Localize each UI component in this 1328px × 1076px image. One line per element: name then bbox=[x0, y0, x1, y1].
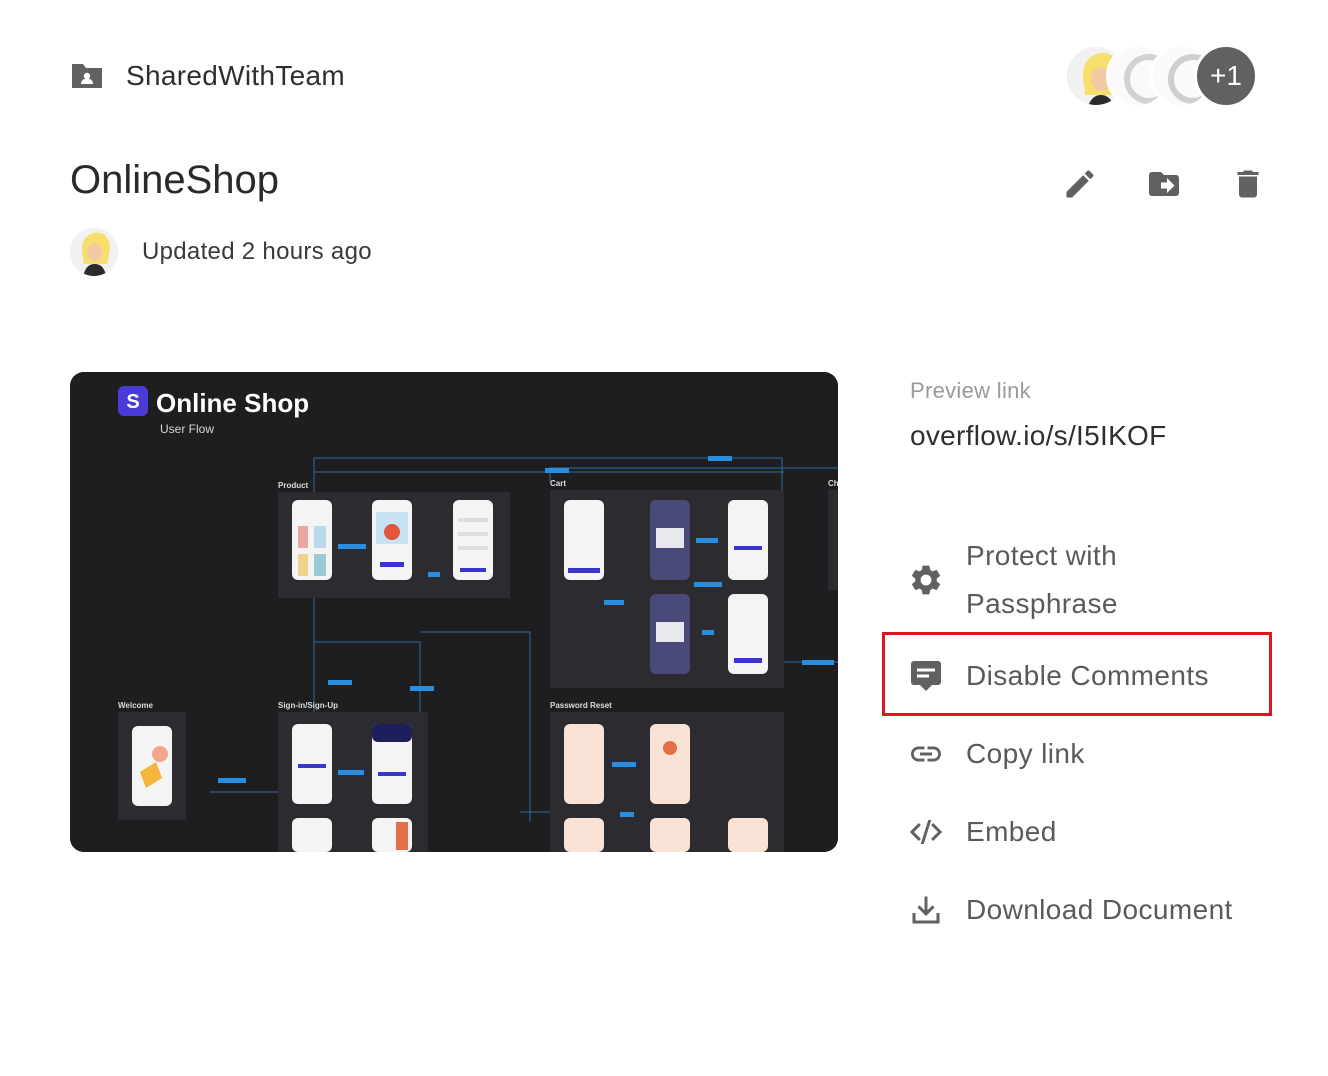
gear-icon bbox=[906, 560, 946, 600]
copy-link-option[interactable]: Copy link bbox=[906, 730, 1085, 778]
collaborator-avatars[interactable]: +1 bbox=[1064, 44, 1264, 110]
protect-with-passphrase-option[interactable]: Protect with Passphrase bbox=[906, 532, 1226, 628]
embed-option[interactable]: Embed bbox=[906, 808, 1057, 856]
preview-link-label: Preview link bbox=[910, 378, 1031, 403]
updated-info: Updated 2 hours ago bbox=[70, 228, 372, 276]
selection-highlight bbox=[882, 632, 1272, 716]
preview-logo-letter: S bbox=[126, 391, 139, 413]
folder-name: SharedWithTeam bbox=[126, 60, 345, 91]
section-label-checkout: Ch bbox=[828, 479, 838, 488]
section-label-welcome: Welcome bbox=[118, 701, 154, 710]
protect-label: Protect with Passphrase bbox=[966, 540, 1118, 619]
move-to-folder-button[interactable] bbox=[1144, 164, 1184, 204]
folder-breadcrumb[interactable]: SharedWithTeam bbox=[70, 56, 345, 96]
section-label-cart: Cart bbox=[550, 479, 566, 488]
move-folder-icon bbox=[1149, 172, 1179, 196]
shared-folder-icon bbox=[72, 64, 102, 88]
flow-diagram-preview: S Online Shop User Flow Product Cart Ch … bbox=[70, 372, 838, 852]
section-label-password: Password Reset bbox=[550, 701, 612, 710]
preview-title: Online Shop bbox=[156, 388, 309, 418]
preview-subtitle: User Flow bbox=[160, 422, 214, 436]
code-icon bbox=[906, 812, 946, 852]
document-preview-thumbnail[interactable]: S Online Shop User Flow Product Cart Ch … bbox=[70, 372, 838, 852]
download-document-option[interactable]: Download Document bbox=[906, 886, 1233, 934]
pencil-icon bbox=[1066, 170, 1094, 198]
avatar bbox=[70, 228, 118, 276]
more-collaborators-badge[interactable]: +1 bbox=[1194, 44, 1258, 108]
trash-icon bbox=[1237, 170, 1259, 198]
download-icon bbox=[906, 890, 946, 930]
document-title: OnlineShop bbox=[70, 158, 280, 202]
document-actions bbox=[1060, 164, 1268, 204]
section-label-signin: Sign-in/Sign-Up bbox=[278, 701, 338, 710]
download-label: Download Document bbox=[966, 894, 1233, 925]
embed-label: Embed bbox=[966, 816, 1057, 847]
section-label-product: Product bbox=[278, 481, 309, 490]
preview-link-url[interactable]: overflow.io/s/I5IKOF bbox=[910, 420, 1167, 452]
link-icon bbox=[906, 734, 946, 774]
updated-timestamp: Updated 2 hours ago bbox=[142, 238, 372, 265]
edit-button[interactable] bbox=[1060, 164, 1100, 204]
delete-button[interactable] bbox=[1228, 164, 1268, 204]
copy-link-label: Copy link bbox=[966, 738, 1085, 769]
